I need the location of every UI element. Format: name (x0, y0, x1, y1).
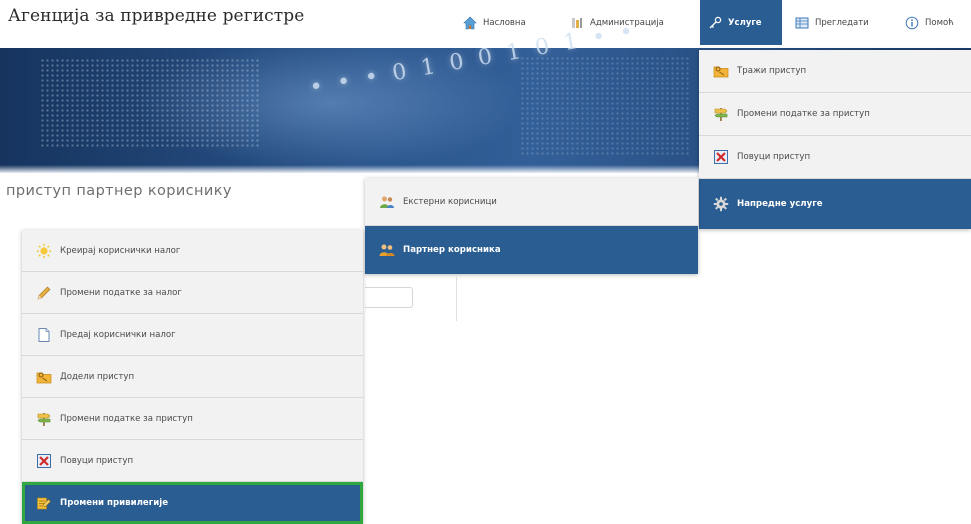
menu-item-label: Промени податке за приступ (60, 413, 193, 424)
signpost-icon (713, 106, 729, 122)
privileges-icon (36, 495, 52, 511)
revoke-x-icon (713, 149, 729, 165)
nav-services[interactable]: Услуге (700, 0, 782, 45)
nav-help[interactable]: Помоћ (905, 0, 954, 45)
nav-browse[interactable]: Прегледати (795, 0, 869, 45)
menu-item-label: Повуци приступ (737, 152, 811, 162)
gear-icon (713, 196, 729, 212)
menu-item-revoke-access-2[interactable]: Повуци приступ (22, 440, 363, 482)
menu-item-label: Промени привилегије (60, 498, 169, 508)
menu-item-label: Партнер корисника (403, 245, 501, 255)
banner-world-map-right (520, 56, 690, 156)
menu-item-label: Напредне услуге (737, 199, 823, 209)
menu-item-external-users[interactable]: Екстерни корисници (365, 178, 698, 226)
revoke-x-icon (36, 453, 52, 469)
menu-item-advanced-services[interactable]: Напредне услуге (699, 179, 971, 229)
menu-item-label: Повуци приступ (60, 455, 134, 466)
table-icon (795, 16, 809, 30)
partner-users-icon (379, 242, 395, 258)
nav-help-label: Помоћ (925, 17, 954, 28)
menu-item-change-access-data[interactable]: Промени податке за приступ (699, 93, 971, 136)
document-icon (36, 327, 52, 343)
services-dropdown: Тражи приступ Промени податке за приступ… (699, 50, 971, 229)
menu-item-change-access-data-2[interactable]: Промени податке за приступ (22, 398, 363, 440)
key-icon (708, 16, 722, 30)
page-title: приступ партнер кориснику (6, 183, 232, 199)
menu-item-label: Предај кориснички налог (60, 329, 176, 340)
menu-item-label: Додели приступ (60, 371, 135, 382)
sun-icon (36, 243, 52, 259)
signpost-icon (36, 411, 52, 427)
menu-item-transfer-account[interactable]: Предај кориснички налог (22, 314, 363, 356)
menu-item-revoke-access[interactable]: Повуци приступ (699, 136, 971, 179)
menu-item-label: Креирај кориснички налог (60, 245, 181, 256)
menu-item-label: Промени податке за налог (60, 287, 182, 298)
menu-item-create-account[interactable]: Креирај кориснички налог (22, 230, 363, 272)
banner-world-map-left (40, 58, 260, 148)
nav-browse-label: Прегледати (815, 17, 869, 28)
folder-key-icon (36, 369, 52, 385)
partially-hidden-input[interactable] (365, 287, 413, 308)
content-divider (456, 277, 457, 321)
nav-home[interactable]: Насловна (463, 0, 526, 45)
menu-item-change-account-data[interactable]: Промени податке за налог (22, 272, 363, 314)
menu-item-label: Екстерни корисници (403, 196, 497, 207)
nav-home-label: Насловна (483, 17, 526, 28)
menu-item-request-access[interactable]: Тражи приступ (699, 50, 971, 93)
folder-key-icon (713, 63, 729, 79)
menu-item-change-privileges[interactable]: Промени привилегије (22, 482, 363, 524)
nav-services-label: Услуге (728, 17, 762, 28)
menu-item-label: Тражи приступ (737, 66, 807, 76)
pencil-icon (36, 285, 52, 301)
home-icon (463, 16, 477, 30)
top-navigation: Насловна Администрација Услуге Прегледат… (0, 0, 971, 45)
menu-item-label: Промени податке за приступ (737, 109, 870, 119)
menu-item-partner-users[interactable]: Партнер корисника (365, 226, 698, 274)
info-icon (905, 16, 919, 30)
menu-item-grant-access[interactable]: Додели приступ (22, 356, 363, 398)
advanced-services-submenu: Екстерни корисници Партнер корисника (365, 178, 698, 274)
partner-users-submenu: Креирај кориснички налог Промени податке… (22, 230, 363, 524)
users-icon (379, 194, 395, 210)
